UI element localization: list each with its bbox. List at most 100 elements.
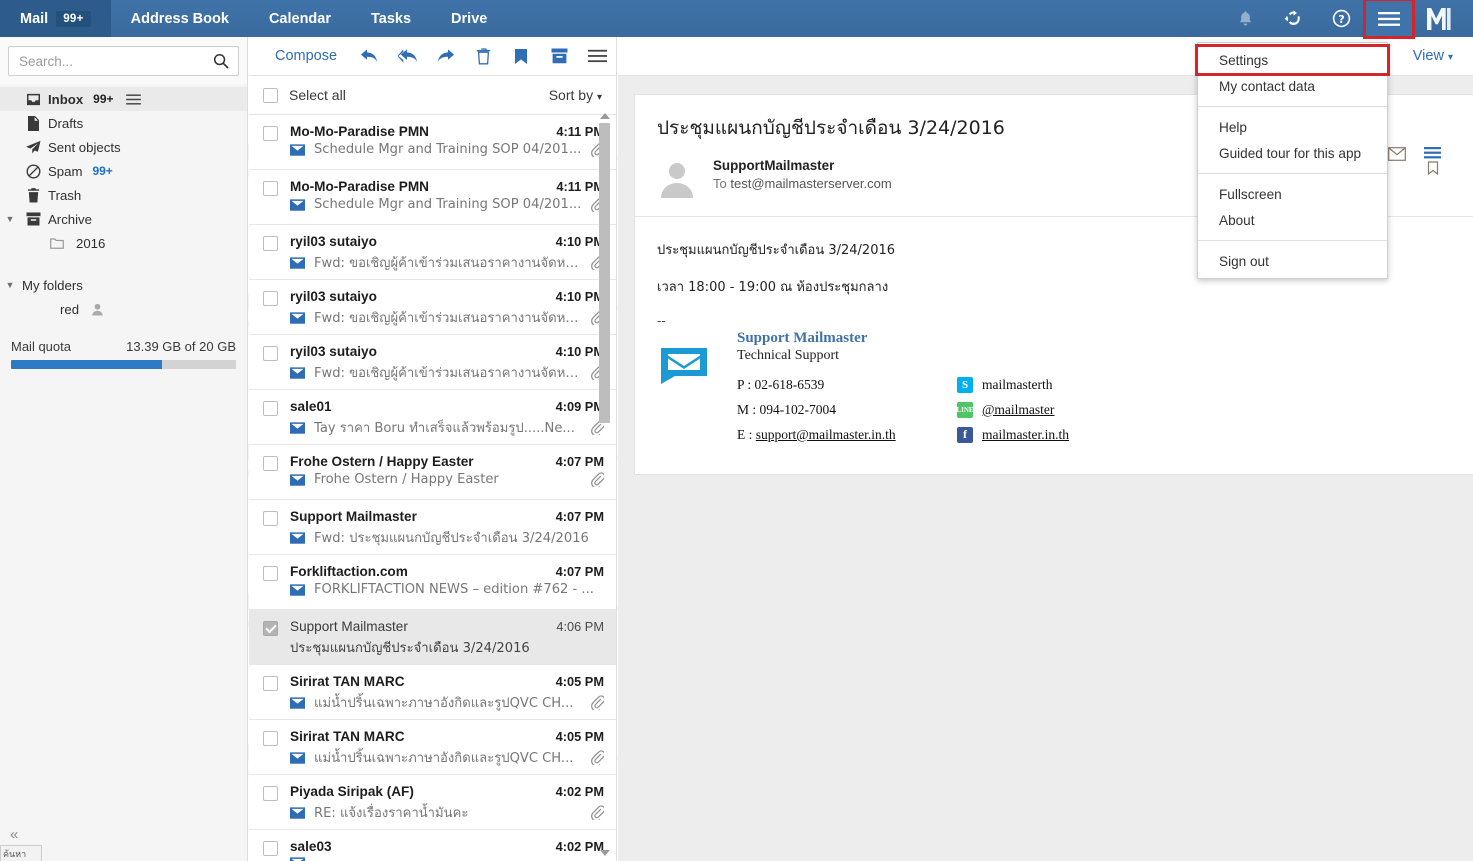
collapse-sidebar-button[interactable]: « bbox=[10, 826, 18, 843]
list-options-icon[interactable] bbox=[578, 37, 616, 75]
archive-icon bbox=[20, 212, 46, 226]
message-time: 4:07 PM bbox=[555, 454, 604, 469]
list-and-bookmark-icons[interactable] bbox=[1424, 147, 1442, 182]
message-row[interactable]: ryil03 sutaiyo 4:10 PM Fwd: ขอเชิญผู้ค้าเข… bbox=[249, 225, 616, 280]
reply-icon[interactable] bbox=[351, 37, 389, 75]
message-checkbox[interactable] bbox=[263, 346, 278, 361]
menu-item-my-contact-data[interactable]: My contact data bbox=[1198, 73, 1387, 99]
message-checkbox[interactable] bbox=[263, 456, 278, 471]
message-row[interactable]: Piyada Siripak (AF) 4:02 PM RE: แจ้งเรื่อง… bbox=[249, 775, 616, 830]
message-checkbox[interactable] bbox=[263, 236, 278, 251]
select-all-bar: Select all Sort by ▾ bbox=[249, 76, 616, 115]
scrollbar-thumb[interactable] bbox=[599, 123, 610, 423]
email-from-name: SupportMailmaster bbox=[713, 158, 835, 173]
sidebar-item-spam[interactable]: Spam 99+ bbox=[0, 159, 247, 183]
message-checkbox[interactable] bbox=[263, 126, 278, 141]
message-row[interactable]: ryil03 sutaiyo 4:10 PM Fwd: ขอเชิญผู้ค้าเข… bbox=[249, 335, 616, 390]
message-row[interactable]: sale03 4:02 PM bbox=[249, 830, 616, 861]
message-subject: Frohe Ostern / Happy Easter bbox=[314, 472, 499, 487]
signature-line-link[interactable]: @mailmaster bbox=[982, 402, 1054, 418]
message-row[interactable]: Support Mailmaster 4:06 PM ประชุมแผนกบัญชี… bbox=[249, 610, 616, 665]
line-app-icon: LINE bbox=[956, 401, 974, 418]
tab-tasks[interactable]: Tasks bbox=[351, 0, 431, 37]
menu-item-sign-out[interactable]: Sign out bbox=[1198, 248, 1387, 274]
sidebar-item-2016[interactable]: 2016 bbox=[0, 231, 247, 255]
menu-item-guided-tour[interactable]: Guided tour for this app bbox=[1198, 140, 1387, 166]
message-row[interactable]: sale01 4:09 PM Tay ราคา Boru ทำเสร็จแล้วพร… bbox=[249, 390, 616, 445]
tab-calendar[interactable]: Calendar bbox=[249, 0, 351, 37]
message-checkbox[interactable] bbox=[263, 291, 278, 306]
unread-envelope-icon bbox=[290, 806, 308, 819]
signature-email-line: E : support@mailmaster.in.th bbox=[737, 425, 957, 444]
select-all-checkbox[interactable] bbox=[263, 87, 278, 103]
bell-icon[interactable] bbox=[1221, 0, 1269, 37]
menu-item-settings[interactable]: Settings bbox=[1195, 44, 1390, 76]
sidebar-item-my-folders[interactable]: ▼ My folders bbox=[0, 273, 247, 297]
sidebar-item-trash[interactable]: Trash bbox=[0, 183, 247, 207]
message-list-scrollbar[interactable] bbox=[599, 113, 610, 861]
signature-email-link[interactable]: support@mailmaster.in.th bbox=[756, 427, 896, 443]
message-checkbox[interactable] bbox=[263, 786, 278, 801]
menu-item-help[interactable]: Help bbox=[1198, 114, 1387, 140]
message-checkbox[interactable] bbox=[263, 511, 278, 526]
search-icon[interactable] bbox=[213, 53, 238, 69]
message-row[interactable]: Frohe Ostern / Happy Easter 4:07 PM Frohe … bbox=[249, 445, 616, 500]
tab-mail[interactable]: Mail 99+ bbox=[0, 0, 111, 37]
forward-icon[interactable] bbox=[427, 37, 465, 75]
message-row[interactable]: Mo-Mo-Paradise PMN 4:11 PM Schedule Mgr an… bbox=[249, 170, 616, 225]
my-folders-expand-caret-icon[interactable]: ▼ bbox=[0, 280, 20, 290]
signature-mobile-value: 094-102-7004 bbox=[759, 401, 837, 417]
select-all-label[interactable]: Select all bbox=[289, 87, 346, 103]
inbox-options-icon[interactable] bbox=[125, 93, 141, 105]
compose-button[interactable]: Compose bbox=[261, 48, 351, 64]
message-row[interactable]: Forkliftaction.com 4:07 PM FORKLIFTACTION … bbox=[249, 555, 616, 610]
sidebar-item-sent-objects[interactable]: Sent objects bbox=[0, 135, 247, 159]
delete-icon[interactable] bbox=[465, 37, 503, 75]
sidebar-item-drafts[interactable]: Drafts bbox=[0, 111, 247, 135]
browser-search-tray[interactable]: ค้นหา bbox=[0, 845, 42, 861]
signature-facebook-link[interactable]: mailmaster.in.th bbox=[982, 427, 1069, 443]
sidebar-item-red[interactable]: red bbox=[0, 297, 247, 321]
message-checkbox[interactable] bbox=[263, 731, 278, 746]
envelope-icon[interactable] bbox=[1388, 147, 1406, 166]
sort-by-dropdown[interactable]: Sort by ▾ bbox=[549, 87, 602, 103]
help-icon[interactable]: ? bbox=[1317, 0, 1365, 37]
message-row[interactable]: ryil03 sutaiyo 4:10 PM Fwd: ขอเชิญผู้ค้าเข… bbox=[249, 280, 616, 335]
message-row[interactable]: Sirirat TAN MARC 4:05 PM แม่น้ำปริ้นเฉพาะภ… bbox=[249, 720, 616, 775]
unread-envelope-icon bbox=[290, 473, 308, 486]
scroll-up-arrow-icon[interactable] bbox=[600, 113, 610, 119]
message-checkbox[interactable] bbox=[263, 181, 278, 196]
refresh-icon[interactable] bbox=[1269, 0, 1317, 37]
message-row[interactable]: Sirirat TAN MARC 4:05 PM แม่น้ำปริ้นเฉพาะภ… bbox=[249, 665, 616, 720]
message-row[interactable]: Mo-Mo-Paradise PMN 4:11 PM Schedule Mgr an… bbox=[249, 115, 616, 170]
tab-drive[interactable]: Drive bbox=[431, 0, 507, 37]
sidebar-item-inbox[interactable]: Inbox 99+ bbox=[0, 87, 247, 111]
flag-icon[interactable] bbox=[502, 37, 540, 75]
tab-address-book[interactable]: Address Book bbox=[111, 0, 249, 37]
archive-icon[interactable] bbox=[540, 37, 578, 75]
scroll-down-arrow-icon[interactable] bbox=[600, 850, 610, 856]
menu-item-settings-label: Settings bbox=[1219, 52, 1269, 68]
message-sender: sale03 bbox=[290, 839, 332, 854]
search-input[interactable] bbox=[9, 53, 213, 69]
message-sender: Sirirat TAN MARC bbox=[290, 729, 405, 744]
message-checkbox[interactable] bbox=[263, 676, 278, 691]
signature-email-label: E : bbox=[737, 426, 753, 442]
search-box[interactable] bbox=[8, 46, 239, 76]
message-row[interactable]: Support Mailmaster 4:07 PM Fwd: ประชุมแผนก… bbox=[249, 500, 616, 555]
hamburger-menu-icon[interactable] bbox=[1363, 0, 1415, 39]
message-checkbox[interactable] bbox=[263, 841, 278, 856]
view-dropdown-button[interactable]: View ▾ bbox=[1413, 48, 1453, 64]
message-checkbox[interactable] bbox=[263, 401, 278, 416]
top-navigation-bar: Mail 99+ Address Book Calendar Tasks Dri… bbox=[0, 0, 1473, 39]
message-sender: Support Mailmaster bbox=[290, 509, 417, 524]
reply-all-icon[interactable] bbox=[389, 37, 427, 75]
signature-contact-column: P : 02-618-6539 M : 094-102-7004 E : sup… bbox=[737, 375, 957, 450]
archive-expand-caret-icon[interactable]: ▼ bbox=[0, 214, 20, 224]
menu-item-my-contact-data-label: My contact data bbox=[1219, 78, 1315, 94]
menu-item-fullscreen[interactable]: Fullscreen bbox=[1198, 181, 1387, 207]
sidebar-item-archive[interactable]: ▼ Archive bbox=[0, 207, 247, 231]
message-checkbox[interactable] bbox=[263, 621, 278, 636]
message-checkbox[interactable] bbox=[263, 566, 278, 581]
menu-item-about[interactable]: About bbox=[1198, 207, 1387, 233]
